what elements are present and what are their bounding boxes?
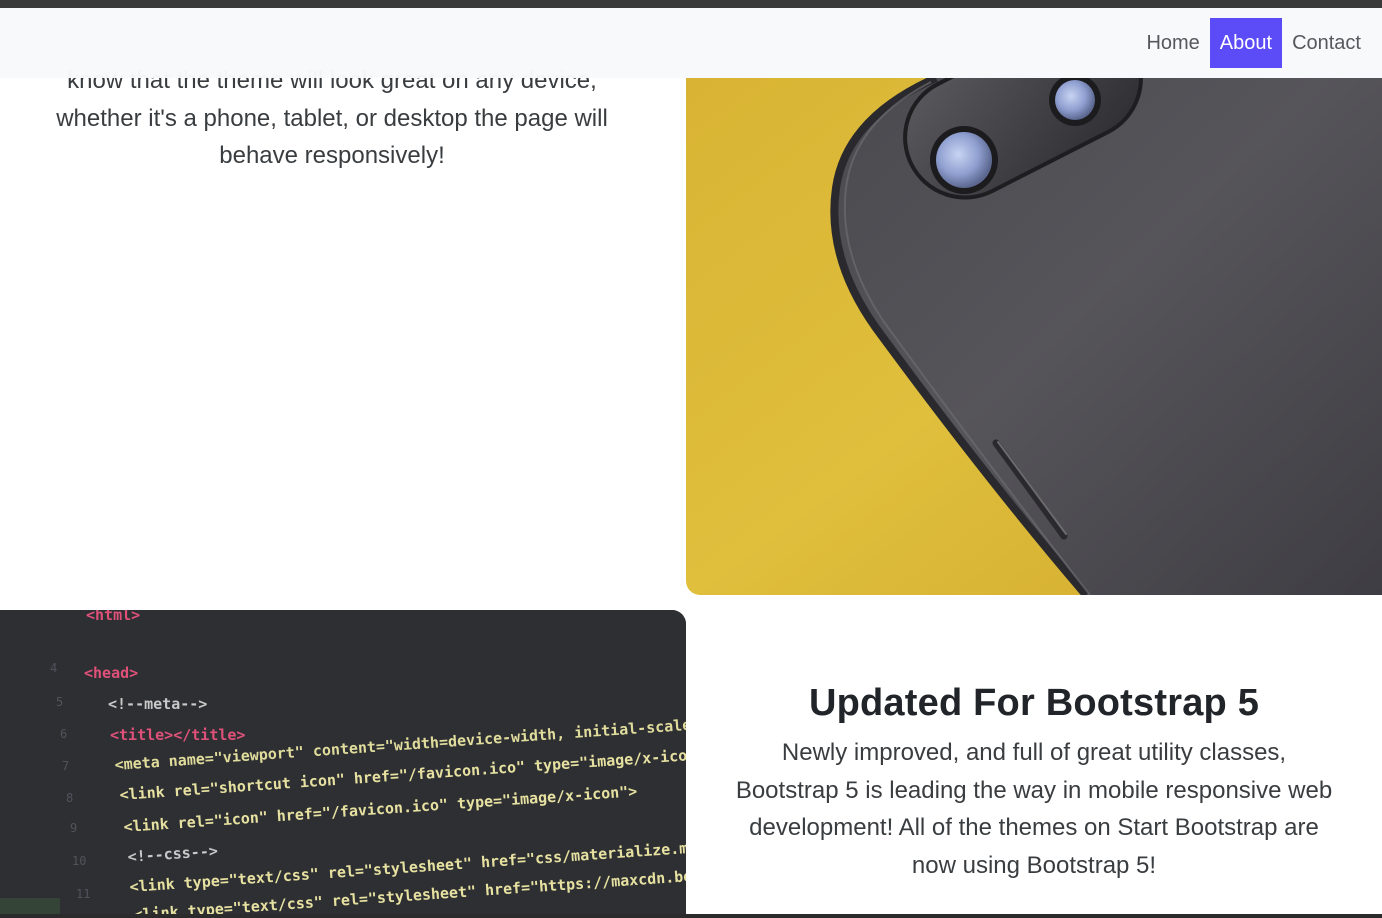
svg-text:4: 4: [50, 661, 57, 675]
navbar: Home About Contact: [0, 8, 1382, 78]
svg-text:11: 11: [76, 887, 90, 901]
window-top-border: [0, 0, 1382, 8]
svg-text:6: 6: [60, 727, 67, 741]
nav-links: Home About Contact: [1136, 18, 1371, 68]
svg-text:10: 10: [72, 854, 86, 868]
nav-link-home[interactable]: Home: [1136, 18, 1209, 68]
responsive-description: know that the theme will look great on a…: [56, 67, 608, 169]
bootstrap5-description: Newly improved, and full of great utilit…: [735, 739, 1333, 879]
code-line-3: <title></title>: [110, 726, 245, 744]
bootstrap5-section: Updated For Bootstrap 5 Newly improved, …: [686, 610, 1382, 915]
bootstrap5-heading: Updated For Bootstrap 5: [808, 682, 1260, 724]
phone-image: [686, 78, 1382, 595]
svg-text:8: 8: [66, 791, 73, 805]
code-image: 4 5 6 7 8 9 10 11 <html> <head> <!--meta…: [0, 610, 686, 915]
nav-link-about[interactable]: About: [1209, 18, 1283, 68]
code-line-2: <!--meta-->: [108, 695, 207, 713]
svg-text:7: 7: [62, 759, 69, 773]
bottom-border: [0, 914, 1382, 918]
svg-text:5: 5: [56, 695, 63, 709]
svg-text:9: 9: [70, 821, 77, 835]
code-line-1: <head>: [84, 664, 138, 682]
code-line-0: <html>: [86, 610, 140, 624]
nav-link-contact[interactable]: Contact: [1282, 18, 1371, 68]
